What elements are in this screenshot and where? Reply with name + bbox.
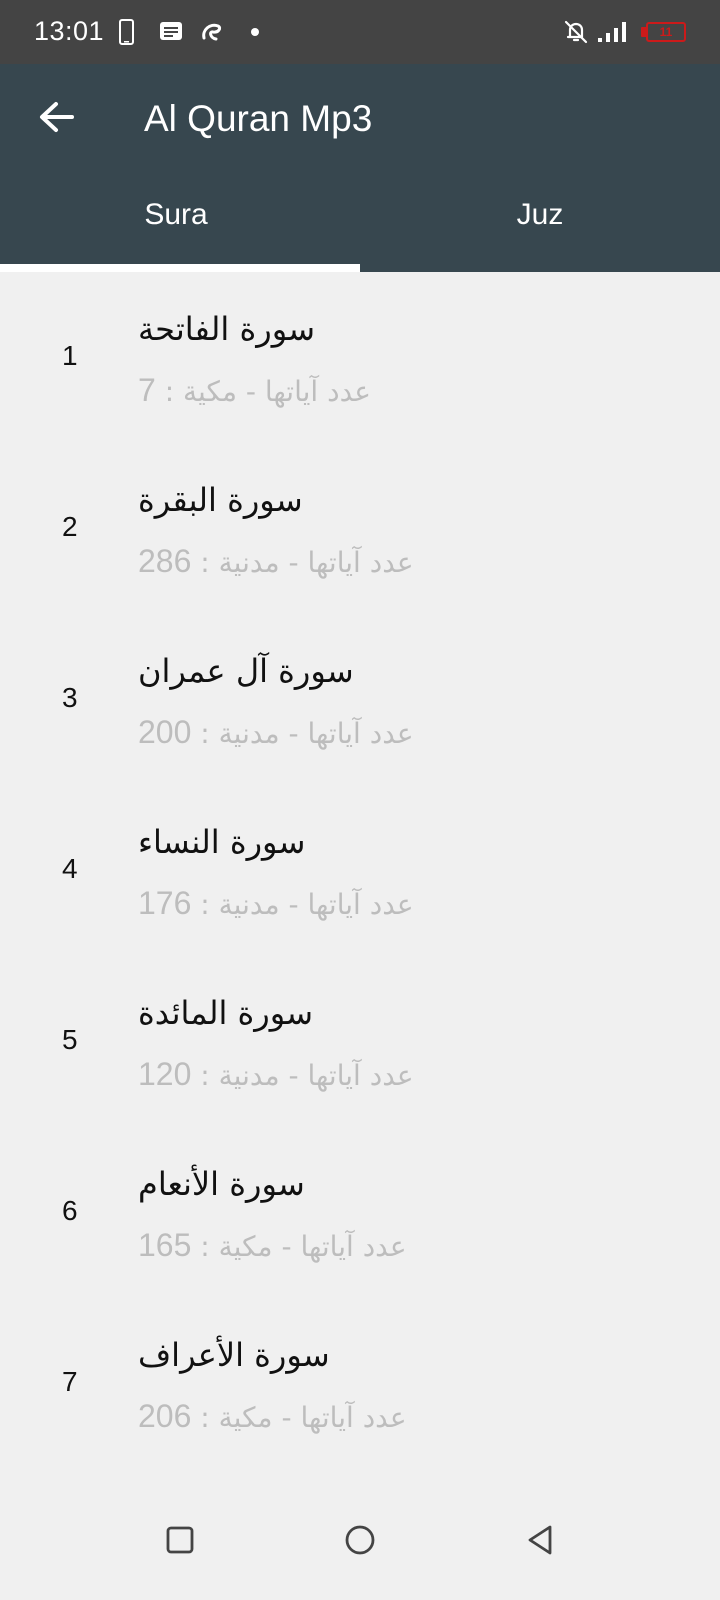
sura-name: سورة الأعراف <box>138 1336 330 1374</box>
sura-name: سورة آل عمران <box>138 652 354 690</box>
battery-low-icon: 11 <box>646 22 686 42</box>
revelation-type: مكية <box>218 1401 273 1434</box>
verse-count: 7 <box>138 372 156 408</box>
revelation-type: مدنية <box>218 1059 280 1092</box>
verse-count-label: عدد آياتها <box>300 1230 407 1263</box>
sura-list-item[interactable]: 3 سورة آل عمران 200 : عدد آياتها - مدنية <box>0 614 720 785</box>
verse-count-label: عدد آياتها <box>307 888 414 921</box>
app-bar: Al Quran Mp3 Sura Juz <box>0 64 720 272</box>
back-triangle-icon[interactable] <box>510 1510 570 1570</box>
sura-meta: 200 : عدد آياتها - مدنية <box>138 714 414 750</box>
sura-number: 6 <box>62 1195 78 1226</box>
message-icon <box>160 22 182 40</box>
tab-juz[interactable]: Juz <box>360 198 720 264</box>
sura-name: سورة البقرة <box>138 481 303 519</box>
sura-number: 4 <box>62 853 78 884</box>
arrow-back-icon[interactable] <box>32 92 82 142</box>
home-circle-icon[interactable] <box>330 1510 390 1570</box>
revelation-type: مكية <box>183 375 237 408</box>
status-time: 13:01 <box>34 16 105 46</box>
app-title: Al Quran Mp3 <box>144 98 373 139</box>
system-nav-bar <box>0 1480 720 1600</box>
bell-off-icon <box>564 20 588 44</box>
signal-icon <box>598 22 626 42</box>
dot-icon <box>251 28 259 36</box>
verse-count-label: عدد آياتها <box>300 1401 407 1434</box>
sura-number: 1 <box>62 340 78 371</box>
sura-name: سورة النساء <box>138 823 306 861</box>
revelation-type: مكية <box>218 1230 273 1263</box>
sura-list: 1 سورة الفاتحة 7 : عدد آياتها - مكية 2 س… <box>0 272 720 1469</box>
verse-count: 120 <box>138 1056 192 1092</box>
revelation-type: مدنية <box>218 717 280 750</box>
sura-meta: 206 : عدد آياتها - مكية <box>138 1398 407 1434</box>
phone-outline-icon <box>119 19 134 45</box>
sura-list-item[interactable]: 2 سورة البقرة 286 : عدد آياتها - مدنية <box>0 443 720 614</box>
sura-list-item[interactable]: 1 سورة الفاتحة 7 : عدد آياتها - مكية <box>0 272 720 443</box>
tab-indicator <box>0 264 360 272</box>
sura-meta: 165 : عدد آياتها - مكية <box>138 1227 407 1263</box>
sura-list-item[interactable]: 4 سورة النساء 176 : عدد آياتها - مدنية <box>0 785 720 956</box>
verse-count: 176 <box>138 885 192 921</box>
sura-name: سورة الفاتحة <box>138 310 316 348</box>
swirl-app-icon <box>202 23 222 41</box>
sura-number: 7 <box>62 1366 78 1397</box>
verse-count-label: عدد آياتها <box>307 546 414 579</box>
revelation-type: مدنية <box>218 546 280 579</box>
tab-sura[interactable]: Sura <box>0 198 360 264</box>
sura-list-item[interactable]: 5 سورة المائدة 120 : عدد آياتها - مدنية <box>0 956 720 1127</box>
sura-name: سورة المائدة <box>138 994 314 1032</box>
sura-meta: 286 : عدد آياتها - مدنية <box>138 543 414 579</box>
verse-count-label: عدد آياتها <box>307 1059 414 1092</box>
sura-list-item[interactable]: 7 سورة الأعراف 206 : عدد آياتها - مكية <box>0 1298 720 1469</box>
verse-count: 165 <box>138 1227 192 1263</box>
sura-number: 5 <box>62 1024 78 1055</box>
verse-count: 206 <box>138 1398 192 1434</box>
sura-number: 2 <box>62 511 78 542</box>
verse-count-label: عدد آياتها <box>307 717 414 750</box>
recents-square-icon[interactable] <box>150 1510 210 1570</box>
tab-juz-label: Juz <box>516 198 564 231</box>
tab-sura-label: Sura <box>144 198 208 231</box>
sura-name: سورة الأنعام <box>138 1165 305 1203</box>
revelation-type: مدنية <box>218 888 280 921</box>
sura-meta: 176 : عدد آياتها - مدنية <box>138 885 414 921</box>
status-bar: 13:01 11 <box>0 0 720 64</box>
sura-list-item[interactable]: 6 سورة الأنعام 165 : عدد آياتها - مكية <box>0 1127 720 1298</box>
verse-count-label: عدد آياتها <box>264 375 371 408</box>
verse-count: 200 <box>138 714 192 750</box>
verse-count: 286 <box>138 543 192 579</box>
sura-meta: 120 : عدد آياتها - مدنية <box>138 1056 414 1092</box>
sura-meta: 7 : عدد آياتها - مكية <box>138 372 371 408</box>
sura-number: 3 <box>62 682 78 713</box>
